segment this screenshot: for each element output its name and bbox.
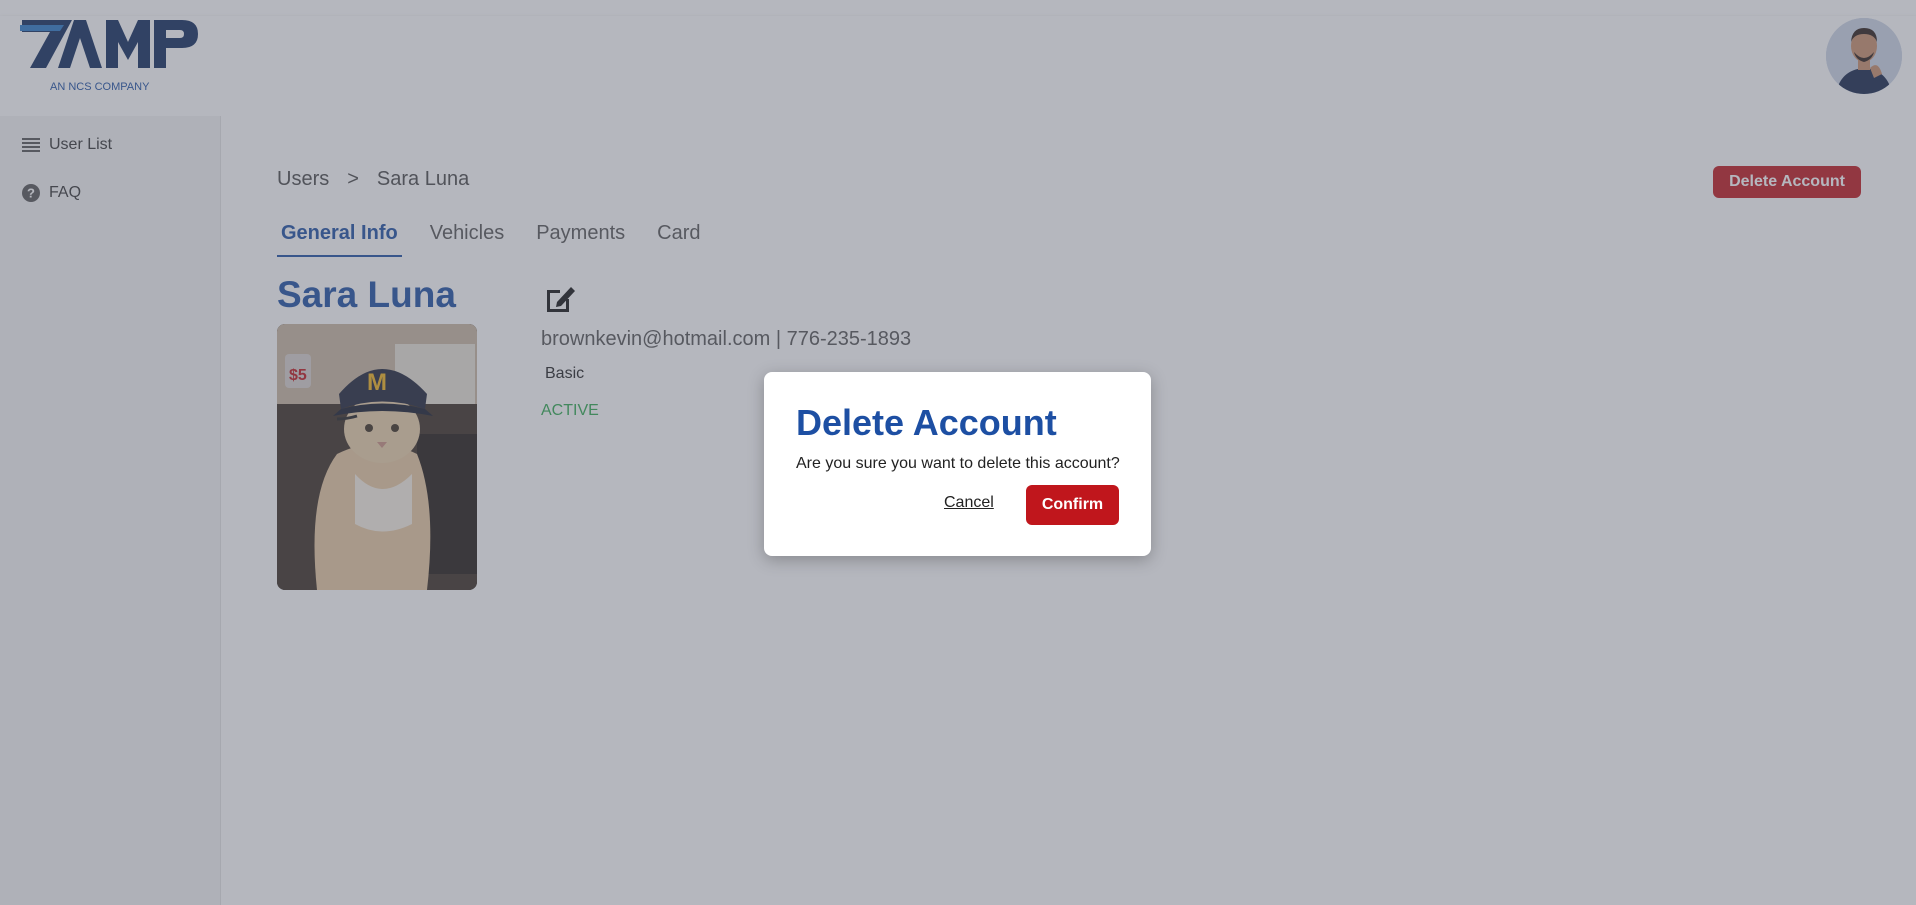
confirm-button[interactable]: Confirm (1026, 485, 1119, 525)
modal-backdrop[interactable]: Delete Account Are you sure you want to … (0, 0, 1916, 905)
dialog-message: Are you sure you want to delete this acc… (796, 455, 1120, 472)
cancel-button[interactable]: Cancel (944, 494, 994, 512)
delete-account-dialog: Delete Account Are you sure you want to … (764, 372, 1151, 556)
dialog-title: Delete Account (796, 402, 1057, 443)
